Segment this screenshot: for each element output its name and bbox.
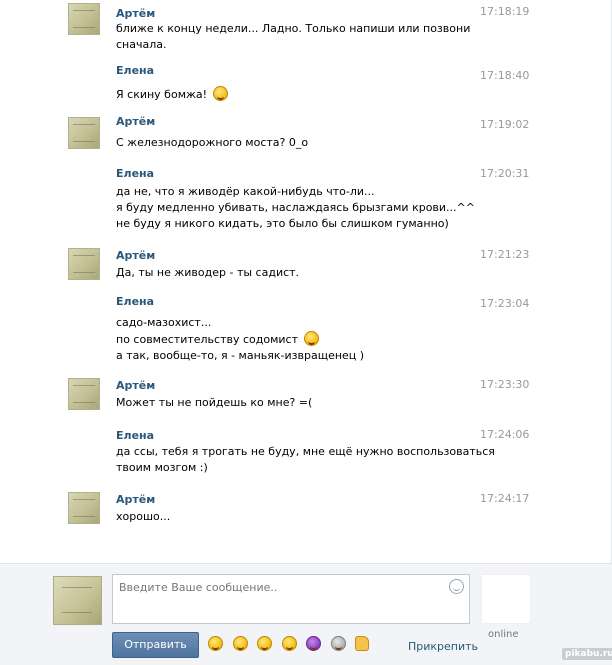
- message-line: да не, что я живодёр какой-нибудь что-ли…: [116, 185, 375, 198]
- laughing-emoji-icon[interactable]: [208, 636, 223, 651]
- avatar-artem[interactable]: [68, 3, 100, 35]
- message-text: да ссы, тебя я трогать не буду, мне ещё …: [116, 444, 495, 476]
- message-text: Может ты не пойдешь ко мне? =(: [116, 395, 466, 411]
- message-time: 17:23:04: [480, 297, 530, 310]
- watermark: pikabu.ru: [562, 648, 612, 660]
- message-text: Да, ты не живодер - ты садист.: [116, 265, 466, 281]
- laughing-emoji-icon: [212, 86, 228, 101]
- avatar-artem[interactable]: [68, 248, 100, 280]
- message-line: твоим мозгом :): [116, 461, 208, 474]
- message-text: хорошо...: [116, 509, 466, 525]
- laughing-emoji-icon: [303, 331, 319, 346]
- message-text: садо-мазохист... по совместительству сод…: [116, 315, 466, 364]
- smiley-picker-icon[interactable]: [449, 579, 464, 594]
- message-line: а так, вообще-то, я - маньяк-извращенец …: [116, 349, 365, 362]
- message-author[interactable]: Артём: [116, 493, 155, 506]
- devil-emoji-icon[interactable]: [306, 636, 321, 651]
- message-author[interactable]: Артём: [116, 115, 155, 128]
- message-line: не буду я никого кидать, это было бы сли…: [116, 217, 449, 230]
- message-text: да не, что я живодёр какой-нибудь что-ли…: [116, 184, 475, 232]
- emoji-bar: [208, 636, 369, 654]
- message-author[interactable]: Артём: [116, 7, 155, 20]
- my-avatar[interactable]: [53, 576, 102, 625]
- avatar-artem[interactable]: [68, 117, 100, 149]
- message-time: 17:19:02: [480, 118, 530, 131]
- message-line: я буду медленно убивать, наслаждаясь бры…: [116, 201, 475, 214]
- message-line: С железнодорожного моста? 0_о: [116, 136, 309, 149]
- grin-emoji-icon[interactable]: [232, 636, 248, 651]
- scream-emoji-icon[interactable]: [330, 636, 346, 651]
- message-input[interactable]: Введите Ваше сообщение..: [112, 574, 470, 624]
- message-time: 17:18:19: [480, 5, 530, 18]
- avatar-artem[interactable]: [68, 378, 100, 410]
- message-line: по совместительству содомист: [116, 333, 298, 346]
- message-time: 17:24:17: [480, 492, 530, 505]
- send-button[interactable]: Отправить: [112, 632, 199, 658]
- message-time: 17:23:30: [480, 378, 530, 391]
- online-status: online: [488, 629, 519, 640]
- message-time: 17:20:31: [480, 167, 530, 180]
- message-line: Может ты не пойдешь ко мне? =(: [116, 396, 313, 409]
- avatar-artem[interactable]: [68, 492, 100, 524]
- message-time: 17:18:40: [480, 69, 530, 82]
- message-author[interactable]: Елена: [116, 167, 154, 180]
- message-time: 17:24:06: [480, 428, 530, 441]
- message-time: 17:21:23: [480, 248, 530, 261]
- message-text: ближе к концу недели... Ладно. Только на…: [116, 21, 471, 53]
- message-line: хорошо...: [116, 510, 171, 523]
- message-text: С железнодорожного моста? 0_о: [116, 135, 466, 151]
- message-line: да ссы, тебя я трогать не буду, мне ещё …: [116, 445, 495, 458]
- message-author[interactable]: Елена: [116, 429, 154, 442]
- attach-link[interactable]: Прикрепить: [408, 640, 478, 653]
- message-author[interactable]: Артём: [116, 249, 155, 262]
- blush-emoji-icon[interactable]: [281, 636, 297, 651]
- message-line: сначала.: [116, 38, 167, 51]
- tongue-emoji-icon[interactable]: [257, 636, 272, 651]
- partner-avatar[interactable]: [481, 574, 531, 624]
- message-history: Артём 17:18:19 ближе к концу недели... Л…: [0, 0, 612, 563]
- message-input-placeholder: Введите Ваше сообщение..: [119, 581, 278, 594]
- message-line: ближе к концу недели... Ладно. Только на…: [116, 22, 471, 35]
- message-line: садо-мазохист...: [116, 316, 212, 329]
- thumbs-up-emoji-icon[interactable]: [355, 636, 369, 651]
- message-author[interactable]: Артём: [116, 379, 155, 392]
- message-author[interactable]: Елена: [116, 295, 154, 308]
- message-author[interactable]: Елена: [116, 64, 154, 77]
- message-text: Я скину бомжа!: [116, 86, 466, 103]
- message-composer: Введите Ваше сообщение.. online Отправит…: [0, 563, 612, 665]
- message-line: Я скину бомжа!: [116, 88, 208, 101]
- message-line: Да, ты не живодер - ты садист.: [116, 266, 300, 279]
